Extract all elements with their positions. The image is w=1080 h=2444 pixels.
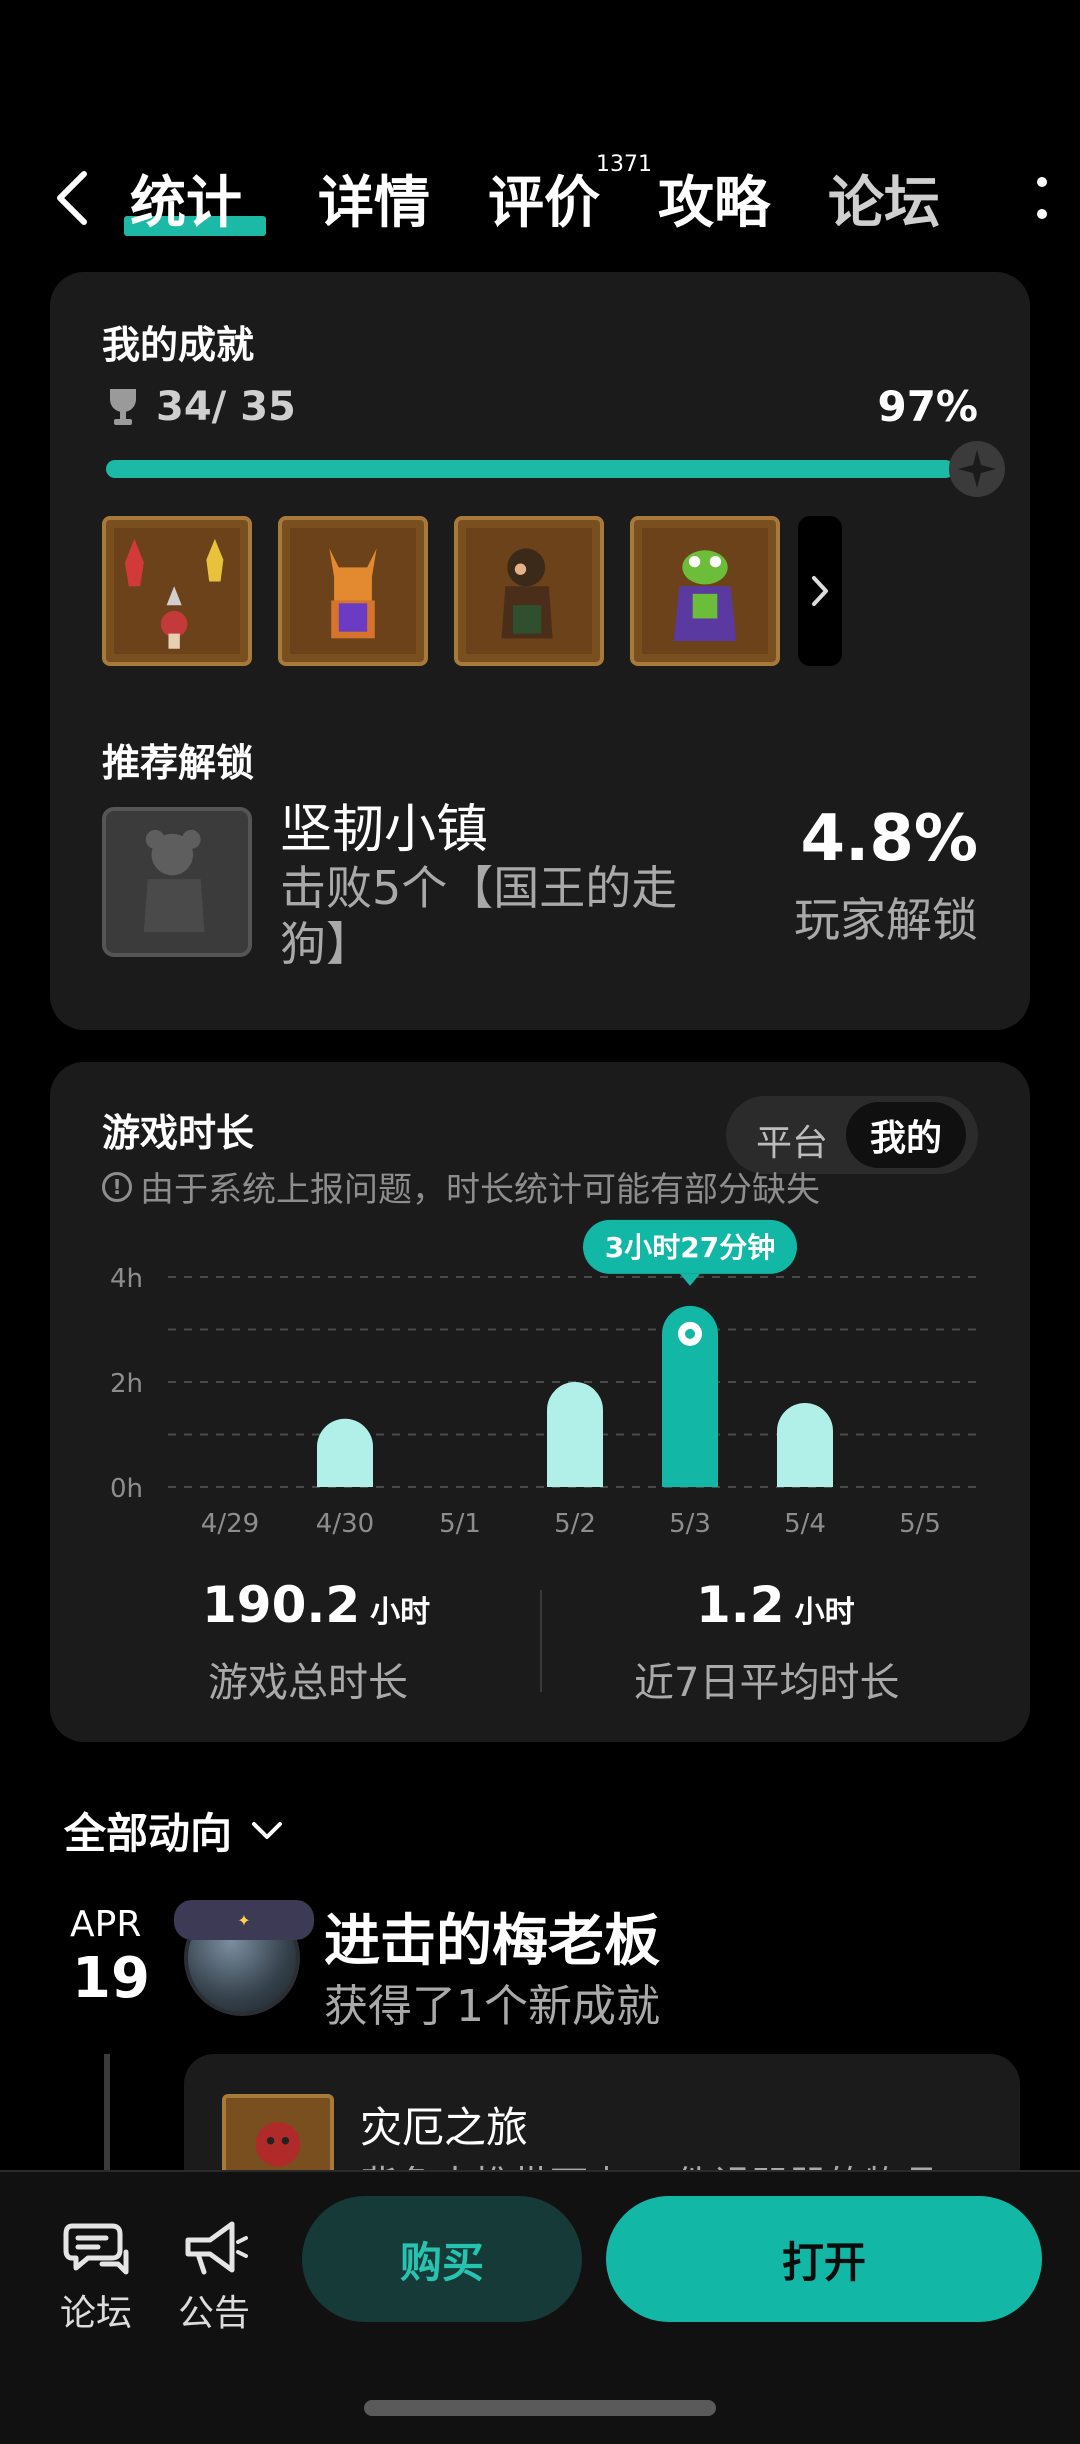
total-playtime-value: 190.2 — [202, 1576, 361, 1634]
rogue-character-icon — [501, 548, 553, 639]
feed-action: 获得了1个新成就 — [324, 1981, 660, 2032]
feed-achievement-title: 灾厄之旅 — [360, 2103, 529, 2152]
avg-playtime-label: 近7日平均时长 — [634, 1660, 900, 1706]
chart-tooltip-pointer — [680, 1273, 700, 1286]
chevron-right-icon — [812, 576, 828, 606]
chart-bar-base — [547, 1459, 603, 1487]
avg-playtime-unit: 小时 — [794, 1595, 855, 1630]
playtime-card: 游戏时长 平台 我的 ! 由于系统上报问题，时长统计可能有部分缺失 0h 2h 4h… — [50, 1062, 1030, 1742]
feed-filter[interactable]: 全部动向 — [64, 1800, 284, 1861]
chart-bar-base — [317, 1459, 373, 1487]
achievement-thumb-frog[interactable] — [630, 516, 780, 666]
more-icon[interactable] — [1036, 174, 1048, 224]
chart-bar-base — [662, 1459, 718, 1487]
achievement-progress-fill — [106, 460, 954, 478]
open-button[interactable]: 打开 — [606, 2196, 1042, 2322]
feed-filter-label: 全部动向 — [64, 1809, 233, 1858]
locked-character-icon — [143, 829, 205, 933]
tab-forum[interactable]: 论坛 — [828, 158, 940, 239]
achievements-card: 我的成就 34/ 35 97% 推荐解锁 坚韧小镇 击败5个【国王的走狗】 4.… — [50, 272, 1030, 1030]
tab-stats[interactable]: 统计 — [130, 158, 242, 239]
achievement-percent: 97% — [877, 382, 978, 431]
achievement-count: 34/ 35 — [156, 384, 296, 430]
chart-xtick-label: 4/30 — [316, 1509, 374, 1539]
recommended-unlock-rate-label: 玩家解锁 — [794, 893, 978, 947]
achievements-title: 我的成就 — [102, 323, 255, 367]
timeline-line — [104, 2054, 110, 2174]
chart-xtick-label: 4/29 — [201, 1509, 259, 1539]
total-playtime-label: 游戏总时长 — [208, 1660, 408, 1706]
megaphone-icon[interactable] — [180, 2212, 250, 2282]
total-playtime: 190.2 小时 — [202, 1576, 430, 1634]
recommend-title: 推荐解锁 — [102, 741, 255, 785]
recommended-unlock-rate: 4.8% — [800, 802, 979, 876]
rocket-icon — [124, 538, 224, 649]
sparkle-icon — [949, 441, 1005, 497]
chart-ytick-label: 0h — [110, 1474, 143, 1504]
achievement-thumb-rogue[interactable] — [454, 516, 604, 666]
achievement-thumb-fox[interactable] — [278, 516, 428, 666]
avatar-frame-badge-icon: ✦ — [174, 1900, 314, 1940]
chart-xtick-label: 5/3 — [669, 1509, 711, 1539]
top-nav: 统计 详情 评价 1371 攻略 论坛 — [0, 150, 1080, 250]
chevron-down-icon — [252, 1821, 283, 1839]
total-playtime-unit: 小时 — [370, 1595, 431, 1630]
review-count-badge: 1371 — [596, 152, 652, 177]
forum-icon[interactable] — [62, 2212, 132, 2282]
fox-character-icon — [329, 548, 377, 639]
recommended-achievement-desc: 击败5个【国王的走狗】 — [280, 861, 678, 971]
buy-button[interactable]: 购买 — [302, 2196, 582, 2322]
more-achievements-button[interactable] — [798, 516, 842, 666]
achievement-progress-bar — [106, 441, 1005, 497]
feed-user-name[interactable]: 进击的梅老板 — [324, 1896, 660, 1977]
frog-character-icon — [673, 550, 737, 642]
chart-ytick-label: 4h — [110, 1264, 143, 1294]
recommended-achievement-name: 坚韧小镇 — [280, 800, 489, 860]
chart-xtick-label: 5/2 — [554, 1509, 596, 1539]
back-arrow-icon[interactable] — [52, 168, 92, 228]
chart-bar-base — [777, 1459, 833, 1487]
stats-divider — [540, 1590, 542, 1692]
forum-label[interactable]: 论坛 — [60, 2284, 132, 2336]
chart-xtick-label: 5/1 — [439, 1509, 481, 1539]
notice-label[interactable]: 公告 — [178, 2284, 250, 2336]
trophy-icon — [110, 389, 136, 425]
avg-playtime-value: 1.2 — [696, 1576, 785, 1634]
chart-ytick-label: 2h — [110, 1369, 143, 1399]
tab-reviews[interactable]: 评价 — [488, 158, 600, 239]
chart-tooltip-label: 3小时27分钟 — [605, 1231, 775, 1264]
feed-date-day: 19 — [72, 1946, 150, 2011]
tab-details[interactable]: 详情 — [318, 158, 430, 239]
chart-highlight-dot-inner — [685, 1328, 695, 1339]
recommended-achievement-image[interactable] — [102, 807, 252, 957]
chart-xtick-label: 5/5 — [899, 1509, 941, 1539]
avg-playtime: 1.2 小时 — [696, 1576, 855, 1634]
achievement-thumb-rockets[interactable] — [102, 516, 252, 666]
tab-guides[interactable]: 攻略 — [658, 158, 770, 239]
home-indicator[interactable] — [364, 2400, 716, 2416]
feed-date-month: APR — [70, 1904, 142, 1945]
chart-xtick-label: 5/4 — [784, 1509, 826, 1539]
